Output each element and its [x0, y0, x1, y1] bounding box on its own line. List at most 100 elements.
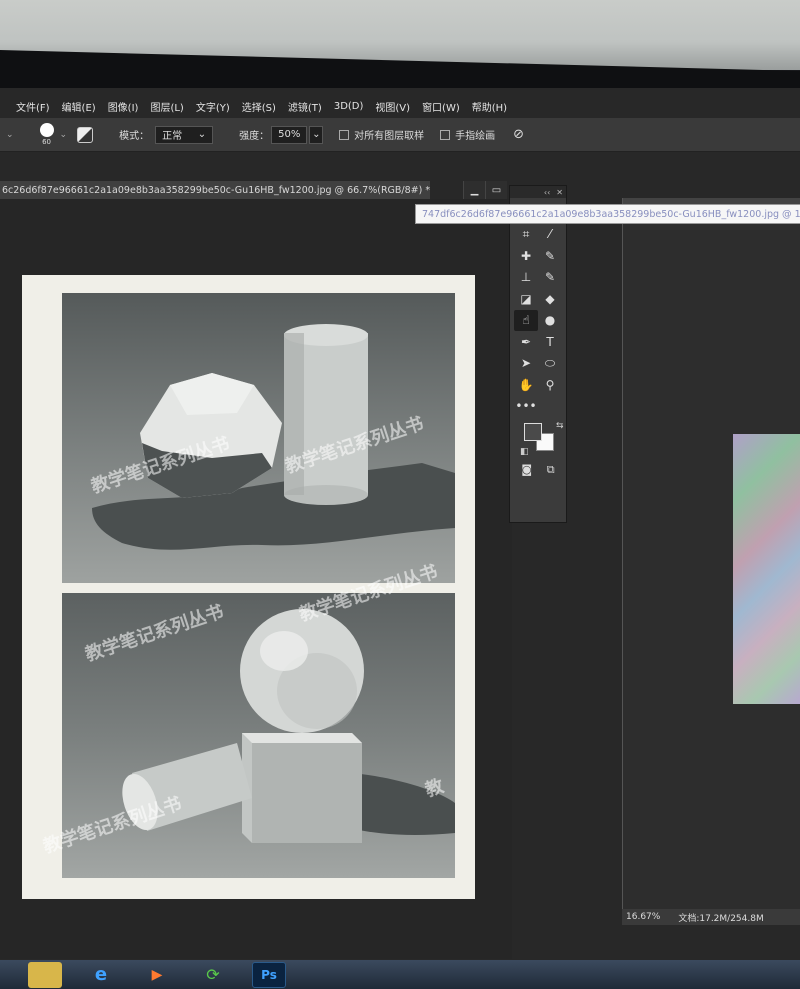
- pen-icon: ✒: [520, 334, 532, 349]
- eyedropper-tool[interactable]: ⁄: [538, 224, 562, 246]
- strength-input[interactable]: 50%: [271, 125, 308, 144]
- pressure-icon[interactable]: ⊘: [513, 127, 524, 142]
- media-player-icon[interactable]: ▶: [140, 962, 174, 988]
- smudge-icon: ☝: [522, 313, 530, 328]
- menu-edit[interactable]: 编辑(E): [56, 99, 102, 114]
- hand-icon: ✋: [518, 377, 534, 392]
- ellipse-tool[interactable]: ⬭: [538, 353, 562, 375]
- color-swatches: ⇆ ◧: [520, 421, 566, 461]
- tooltip-text: 747df6c26d6f87e96661c2a1a09e8b3aa358299b…: [422, 208, 800, 220]
- smudge-tool[interactable]: ☝: [514, 309, 538, 331]
- document-title: 6c26d6f87e96661c2a1a09e8b3aa358299be50c-…: [2, 184, 430, 196]
- menu-bar: 文件(F) 编辑(E) 图像(I) 图层(L) 文字(Y) 选择(S) 滤镜(T…: [0, 94, 800, 118]
- options-bar: ⌄ 60 ⌄ 模式： 正常 ⌄ 强度： 50% ⌄ 对所有图层取样 手指绘画 ⊘: [0, 118, 800, 152]
- sample-all-checkbox[interactable]: [339, 129, 350, 140]
- window-controls: ▁ ▭: [463, 181, 507, 199]
- brush-tip-icon: [39, 123, 54, 137]
- second-document-window[interactable]: [622, 198, 800, 922]
- photoshop-window: 文件(F) 编辑(E) 图像(I) 图层(L) 文字(Y) 选择(S) 滤镜(T…: [0, 88, 800, 968]
- strength-value: 50%: [278, 129, 301, 140]
- status-bar: 16.67% 文档:17.2M/254.8M: [622, 909, 800, 925]
- eraser-tool[interactable]: ◪: [514, 288, 538, 310]
- close-icon[interactable]: ✕: [556, 188, 563, 197]
- history-brush-tool[interactable]: ✎: [538, 267, 562, 289]
- tools-grid: ᓚ ✎ ⌗ ⁄ ✚ ✎ ⊥ ✎ ◪ ◆ ☝ ● ✒ T ➤ ⬭ ✋ ⚲ •••: [510, 198, 566, 417]
- eyedropper-icon: ⁄: [548, 227, 551, 242]
- more-tools-button[interactable]: •••: [514, 396, 538, 418]
- minimize-button[interactable]: ▁: [463, 181, 485, 199]
- path-select-tool[interactable]: ➤: [514, 353, 538, 375]
- finger-paint-label: 手指绘画: [455, 131, 496, 142]
- hand-tool[interactable]: ✋: [514, 374, 538, 396]
- foreground-color-swatch[interactable]: [524, 423, 542, 441]
- dodge-icon: ●: [544, 313, 556, 328]
- maximize-button[interactable]: ▭: [485, 181, 507, 199]
- quick-mask-icon[interactable]: ◙: [521, 463, 532, 477]
- ellipse-icon: ⬭: [544, 355, 556, 370]
- paint-bucket-icon: ◆: [545, 291, 555, 306]
- browser-icon[interactable]: e: [84, 962, 118, 988]
- eraser-icon: ◪: [520, 291, 532, 306]
- chevron-down-icon[interactable]: ⌄: [6, 130, 14, 140]
- type-tool[interactable]: T: [538, 331, 562, 353]
- path-select-icon: ➤: [520, 356, 532, 371]
- menu-window[interactable]: 窗口(W): [416, 99, 466, 114]
- zoom-level[interactable]: 16.67%: [626, 912, 660, 922]
- chevron-down-icon: ⌄: [312, 129, 321, 140]
- menu-3d[interactable]: 3D(D): [328, 101, 370, 112]
- mode-value: 正常: [162, 131, 183, 142]
- photo-of-monitor: 文件(F) 编辑(E) 图像(I) 图层(L) 文字(Y) 选择(S) 滤镜(T…: [0, 0, 800, 989]
- screen-mode-icon[interactable]: ⧉: [547, 463, 555, 477]
- brush-size-value: 60: [42, 138, 51, 146]
- canvas-area[interactable]: 教学笔记系列丛书 教学笔记系列丛书 教学笔记系列丛书 教学笔记系列丛书 教学笔记…: [0, 199, 512, 959]
- photoshop-icon: Ps: [261, 967, 277, 982]
- clone-stamp-icon: ⊥: [520, 270, 532, 285]
- brush-preset-picker[interactable]: 60: [39, 123, 54, 146]
- menu-filter[interactable]: 滤镜(T): [282, 99, 328, 114]
- type-icon: T: [546, 334, 554, 349]
- document-size: 文档:17.2M/254.8M: [678, 913, 764, 924]
- more-tools-icon: •••: [515, 399, 537, 414]
- menu-file[interactable]: 文件(F): [10, 99, 56, 114]
- strength-label: 强度：: [239, 131, 270, 142]
- menu-type[interactable]: 文字(Y): [190, 99, 236, 114]
- default-colors-icon[interactable]: ◧: [520, 447, 529, 457]
- second-document-canvas: [733, 434, 800, 704]
- file-explorer-icon[interactable]: [28, 961, 62, 988]
- photoshop-taskbar-button[interactable]: Ps: [252, 961, 286, 988]
- paint-bucket-tool[interactable]: ◆: [538, 288, 562, 310]
- brush-tool[interactable]: ✎: [538, 245, 562, 267]
- empty-slot: [538, 396, 562, 418]
- menu-view[interactable]: 视图(V): [369, 99, 416, 114]
- crop-tool[interactable]: ⌗: [514, 224, 538, 246]
- taskbar: e ▶ ⟳ Ps: [0, 960, 800, 989]
- sample-all-label: 对所有图层取样: [354, 131, 425, 142]
- menu-image[interactable]: 图像(I): [102, 99, 145, 114]
- toolbox-footer: ◙ ⧉: [510, 461, 566, 479]
- menu-help[interactable]: 帮助(H): [466, 99, 513, 114]
- chevron-down-icon: ⌄: [197, 129, 207, 140]
- clone-stamp-tool[interactable]: ⊥: [514, 267, 538, 289]
- healing-brush-tool[interactable]: ✚: [514, 245, 538, 267]
- swap-colors-icon[interactable]: ⇆: [556, 421, 564, 431]
- chevron-down-icon[interactable]: ⌄: [60, 130, 68, 140]
- finger-paint-checkbox[interactable]: [440, 129, 451, 140]
- brush-settings-icon[interactable]: [77, 126, 94, 143]
- tools-panel-header[interactable]: ‹‹ ✕: [510, 186, 566, 198]
- app-green-icon[interactable]: ⟳: [196, 962, 230, 988]
- document-tooltip: 747df6c26d6f87e96661c2a1a09e8b3aa358299b…: [415, 204, 800, 224]
- crop-icon: ⌗: [522, 226, 530, 241]
- menu-layer[interactable]: 图层(L): [144, 99, 189, 114]
- healing-brush-icon: ✚: [520, 248, 532, 263]
- document-tab[interactable]: 6c26d6f87e96661c2a1a09e8b3aa358299be50c-…: [0, 181, 430, 199]
- tools-panel: ‹‹ ✕ ᓚ ✎ ⌗ ⁄ ✚ ✎ ⊥ ✎ ◪ ◆ ☝ ● ✒ T ➤ ⬭ ✋: [509, 185, 567, 523]
- mode-label: 模式：: [119, 131, 150, 142]
- strength-dropdown[interactable]: ⌄: [309, 125, 324, 144]
- pen-tool[interactable]: ✒: [514, 331, 538, 353]
- mode-select[interactable]: 正常 ⌄: [155, 125, 214, 144]
- collapse-icon[interactable]: ‹‹: [544, 188, 550, 197]
- menu-select[interactable]: 选择(S): [236, 99, 282, 114]
- history-brush-icon: ✎: [544, 270, 556, 285]
- zoom-tool[interactable]: ⚲: [538, 374, 562, 396]
- dodge-tool[interactable]: ●: [538, 310, 562, 332]
